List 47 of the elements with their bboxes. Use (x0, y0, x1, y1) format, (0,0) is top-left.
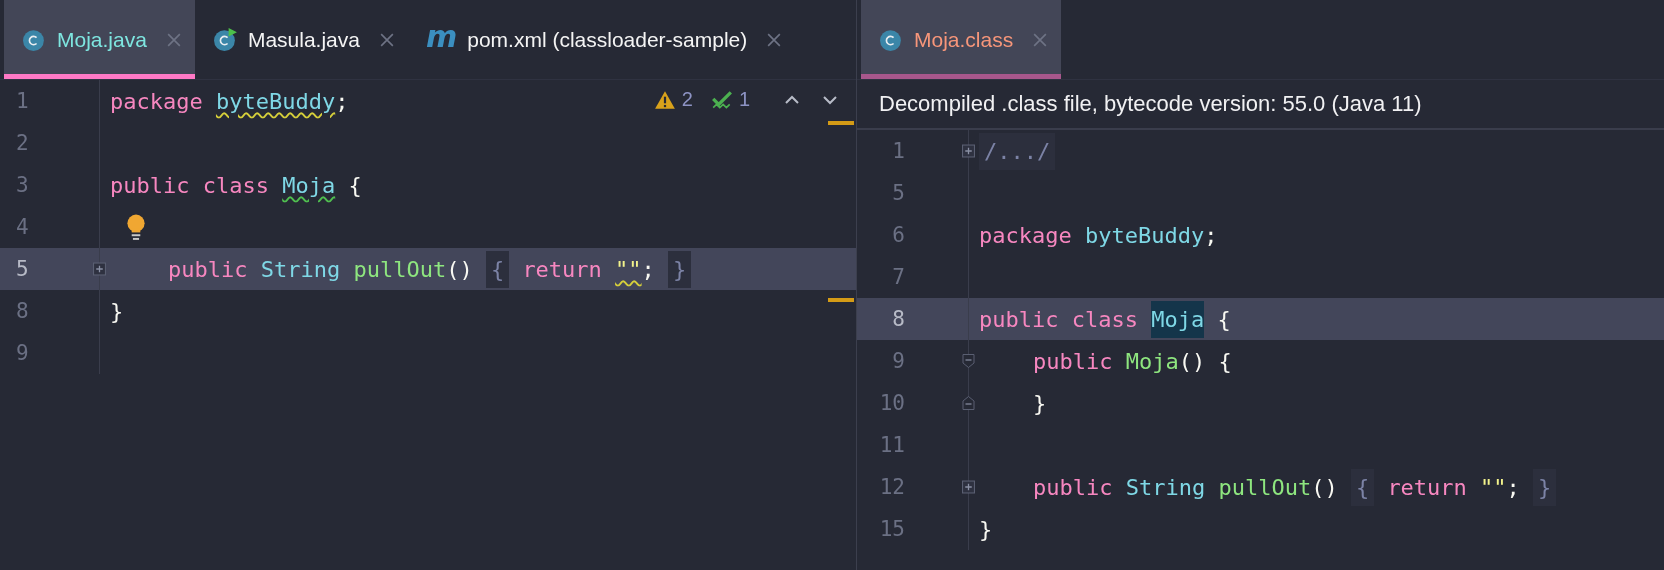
check-icon[interactable] (710, 89, 733, 110)
editor-tab[interactable]: Moja.class (861, 0, 1062, 79)
warning-count: 2 (681, 88, 693, 111)
line-number: 10 (878, 391, 905, 415)
warning-icon[interactable] (653, 89, 676, 110)
line-number: 4 (15, 215, 30, 239)
lightbulb-icon[interactable] (126, 213, 146, 241)
line-number: 15 (878, 517, 905, 541)
code-line: public class Moja { (979, 300, 1231, 338)
editor-tab[interactable]: Masula.java (194, 0, 408, 79)
chevron-down-icon[interactable] (822, 94, 838, 105)
code-line: } (1033, 389, 1047, 418)
expand-fold-icon[interactable] (93, 262, 106, 276)
chevron-up-icon[interactable] (784, 94, 800, 105)
line-number: 1 (15, 89, 30, 113)
expand-fold-icon[interactable] (962, 480, 975, 494)
maven-icon: m (425, 21, 458, 52)
line-number: 6 (891, 223, 905, 247)
editor-tab[interactable]: m pom.xml (classloader-sample) (407, 0, 796, 79)
line-number: 5 (15, 257, 30, 281)
code-line: public String pullOut() { return ""; } (1033, 468, 1557, 506)
code-line: package byteBuddy; (979, 221, 1218, 250)
code-line: public String pullOut() { return ""; } (168, 250, 692, 288)
editor-tab[interactable]: Moja.java (4, 0, 195, 79)
line-number: 3 (15, 173, 30, 197)
weak-warning-count: 1 (738, 88, 750, 111)
line-number: 9 (15, 341, 30, 365)
collapse-fold-icon[interactable] (962, 396, 975, 410)
line-number: 1 (891, 139, 905, 163)
code-line: public Moja() { (1033, 347, 1232, 376)
close-icon[interactable] (379, 32, 394, 47)
line-number: 7 (891, 265, 905, 289)
close-icon[interactable] (767, 32, 782, 47)
code-line: public class Moja { (110, 171, 362, 200)
line-number: 5 (891, 181, 905, 205)
expand-fold-icon[interactable] (962, 144, 975, 158)
decompiled-notice: Decompiled .class file, bytecode version: 55.0 (Java 11) (857, 80, 1664, 130)
line-number: 9 (891, 349, 905, 373)
line-number: 8 (15, 299, 30, 323)
code-line: package byteBuddy; (110, 87, 349, 116)
line-number: 8 (891, 307, 905, 331)
code-line: } (110, 297, 124, 326)
line-number: 12 (878, 475, 905, 499)
code-line: } (979, 515, 993, 544)
line-number: 2 (15, 131, 30, 155)
collapse-fold-icon[interactable] (962, 354, 975, 368)
line-number: 11 (878, 433, 905, 457)
